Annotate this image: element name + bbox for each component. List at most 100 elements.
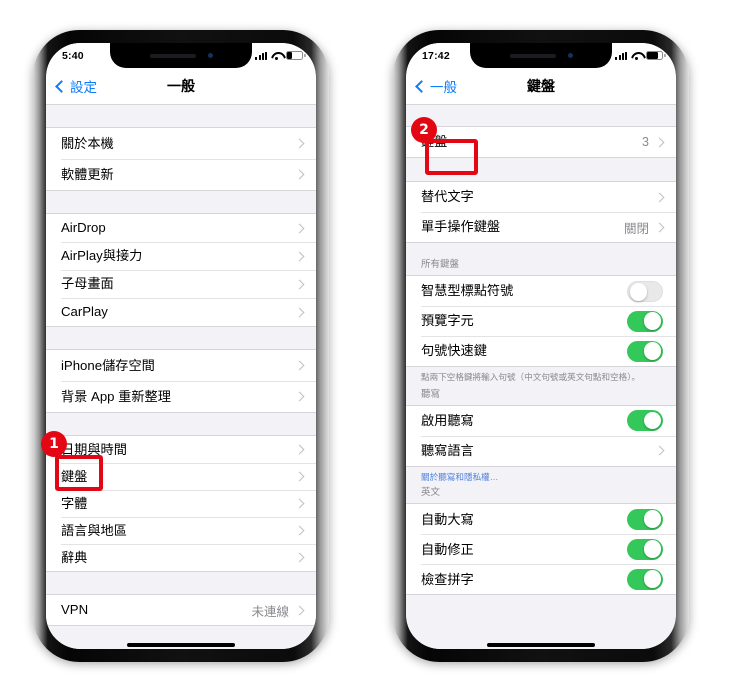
settings-list-general[interactable]: 關於本機 軟體更新 AirDrop AirPlay與接力 子母畫面 CarPla…: [46, 105, 316, 649]
front-camera-icon: [567, 53, 573, 58]
row-airplay-handoff[interactable]: AirPlay與接力: [46, 242, 316, 270]
row-label: AirPlay與接力: [61, 248, 143, 264]
row-period-shortcut[interactable]: 句號快速鍵: [406, 336, 676, 366]
row-airdrop[interactable]: AirDrop: [46, 214, 316, 242]
row-label: 句號快速鍵: [421, 343, 487, 359]
chevron-right-icon: [294, 279, 305, 289]
row-check-spelling[interactable]: 檢查拼字: [406, 564, 676, 595]
row-dictation-languages[interactable]: 聽寫語言: [406, 435, 676, 466]
list-gap: [46, 191, 316, 213]
chevron-right-icon: [654, 137, 665, 147]
list-gap: [46, 105, 316, 127]
settings-group-storage: iPhone儲存空間 背景 App 重新整理: [46, 349, 316, 413]
chevron-right-icon: [654, 445, 665, 456]
row-keyboard[interactable]: 鍵盤: [46, 463, 316, 490]
battery-low-icon: [286, 51, 306, 60]
phone-left: 5:40 設定 一般 關於本機 軟體更新 AirDrop AirPlay與接力 …: [33, 30, 329, 662]
back-button[interactable]: 設定: [55, 76, 97, 96]
signal-bars-icon: [255, 51, 267, 60]
section-header-english: 英文: [421, 487, 441, 499]
row-label: 啟用聽寫: [421, 412, 474, 428]
row-label: 自動修正: [421, 541, 474, 557]
settings-group-connectivity: AirDrop AirPlay與接力 子母畫面 CarPlay: [46, 213, 316, 327]
row-one-handed-keyboard[interactable]: 單手操作鍵盤 關閉: [406, 212, 676, 242]
chevron-right-icon: [294, 138, 305, 149]
row-vpn[interactable]: VPN 未連線: [46, 595, 316, 625]
back-button[interactable]: 一般: [415, 76, 457, 96]
chevron-left-icon: [415, 79, 428, 93]
signal-bars-icon: [615, 51, 627, 60]
row-date-time[interactable]: 日期與時間: [46, 436, 316, 463]
row-value: 未連線: [251, 604, 289, 619]
row-auto-correction[interactable]: 自動修正: [406, 534, 676, 565]
row-label: iPhone儲存空間: [61, 357, 155, 373]
row-text-replacement[interactable]: 替代文字: [406, 182, 676, 212]
status-indicators: [255, 51, 306, 61]
row-label: 聽寫語言: [421, 442, 474, 458]
list-gap: [406, 158, 676, 181]
chevron-right-icon: [294, 444, 305, 455]
chevron-right-icon: [654, 192, 665, 202]
toggle-check-spelling[interactable]: [627, 568, 663, 590]
row-keyboards[interactable]: 鍵盤 3: [406, 127, 676, 157]
row-label: 預覽字元: [421, 313, 474, 329]
about-dictation-privacy-link[interactable]: 關於聽寫和隱私權…: [406, 467, 676, 490]
status-time: 17:42: [422, 50, 450, 62]
phone-right-bezel: 17:42 一般 鍵盤 鍵盤 3 替代文字 單手操作鍵盤 關閉 所有鍵盤 智慧型…: [406, 43, 676, 649]
chevron-left-icon: [55, 79, 68, 93]
row-auto-capitalization[interactable]: 自動大寫: [406, 504, 676, 535]
status-indicators: [615, 51, 666, 61]
row-label: 子母畫面: [61, 276, 114, 292]
phone-right: 17:42 一般 鍵盤 鍵盤 3 替代文字 單手操作鍵盤 關閉 所有鍵盤 智慧型…: [393, 30, 689, 662]
notch: [110, 43, 252, 68]
row-label: 自動大寫: [421, 511, 474, 527]
row-label: AirDrop: [61, 220, 106, 236]
chevron-right-icon: [294, 223, 305, 233]
row-software-update[interactable]: 軟體更新: [46, 159, 316, 190]
settings-group-device: 關於本機 軟體更新: [46, 127, 316, 191]
row-label: 單手操作鍵盤: [421, 219, 501, 235]
phone-right-screen: 17:42 一般 鍵盤 鍵盤 3 替代文字 單手操作鍵盤 關閉 所有鍵盤 智慧型…: [406, 43, 676, 649]
row-iphone-storage[interactable]: iPhone儲存空間: [46, 350, 316, 381]
row-label: VPN: [61, 602, 89, 618]
row-about[interactable]: 關於本機: [46, 128, 316, 159]
settings-group-dictation: 啟用聽寫 聽寫語言: [406, 404, 676, 467]
chevron-right-icon: [294, 471, 305, 482]
toggle-enable-dictation[interactable]: [627, 410, 663, 432]
row-smart-punctuation[interactable]: 智慧型標點符號: [406, 276, 676, 306]
row-font[interactable]: 字體: [46, 490, 316, 517]
screenshot-stage: 5:40 設定 一般 關於本機 軟體更新 AirDrop AirPlay與接力 …: [0, 0, 750, 698]
chevron-right-icon: [294, 605, 305, 615]
row-background-app-refresh[interactable]: 背景 App 重新整理: [46, 381, 316, 412]
row-carplay[interactable]: CarPlay: [46, 298, 316, 326]
section-header-dictation: 聽寫: [421, 388, 441, 400]
row-label: 關於本機: [61, 135, 114, 151]
settings-group-all-keyboards: 智慧型標點符號 預覽字元 句號快速鍵: [406, 275, 676, 367]
nav-bar: 一般 鍵盤: [406, 68, 676, 105]
battery-icon: [646, 51, 666, 60]
row-label: 鍵盤: [61, 468, 88, 484]
toggle-character-preview[interactable]: [627, 310, 663, 332]
notch: [470, 43, 612, 68]
toggle-period-shortcut[interactable]: [627, 340, 663, 362]
toggle-smart-punctuation[interactable]: [627, 280, 663, 302]
settings-group-text-replacement: 替代文字 單手操作鍵盤 關閉: [406, 181, 676, 243]
row-enable-dictation[interactable]: 啟用聽寫: [406, 405, 676, 436]
wifi-icon: [271, 52, 282, 61]
toggle-auto-correction[interactable]: [627, 538, 663, 560]
chevron-right-icon: [294, 498, 305, 509]
settings-list-keyboard[interactable]: 鍵盤 3 替代文字 單手操作鍵盤 關閉 所有鍵盤 智慧型標點符號 預覽字元 句號…: [406, 105, 676, 649]
chevron-right-icon: [294, 307, 305, 317]
front-camera-icon: [207, 53, 213, 58]
earpiece-speaker-icon: [509, 53, 556, 58]
list-gap: [46, 572, 316, 594]
row-picture-in-picture[interactable]: 子母畫面: [46, 270, 316, 298]
row-dictionary[interactable]: 辭典: [46, 544, 316, 571]
row-label: 軟體更新: [61, 166, 114, 182]
status-time: 5:40: [62, 50, 84, 62]
row-character-preview[interactable]: 預覽字元: [406, 306, 676, 336]
list-gap: [46, 327, 316, 349]
toggle-auto-capitalization[interactable]: [627, 508, 663, 530]
row-language-region[interactable]: 語言與地區: [46, 517, 316, 544]
step-badge-2: 2: [411, 117, 437, 143]
